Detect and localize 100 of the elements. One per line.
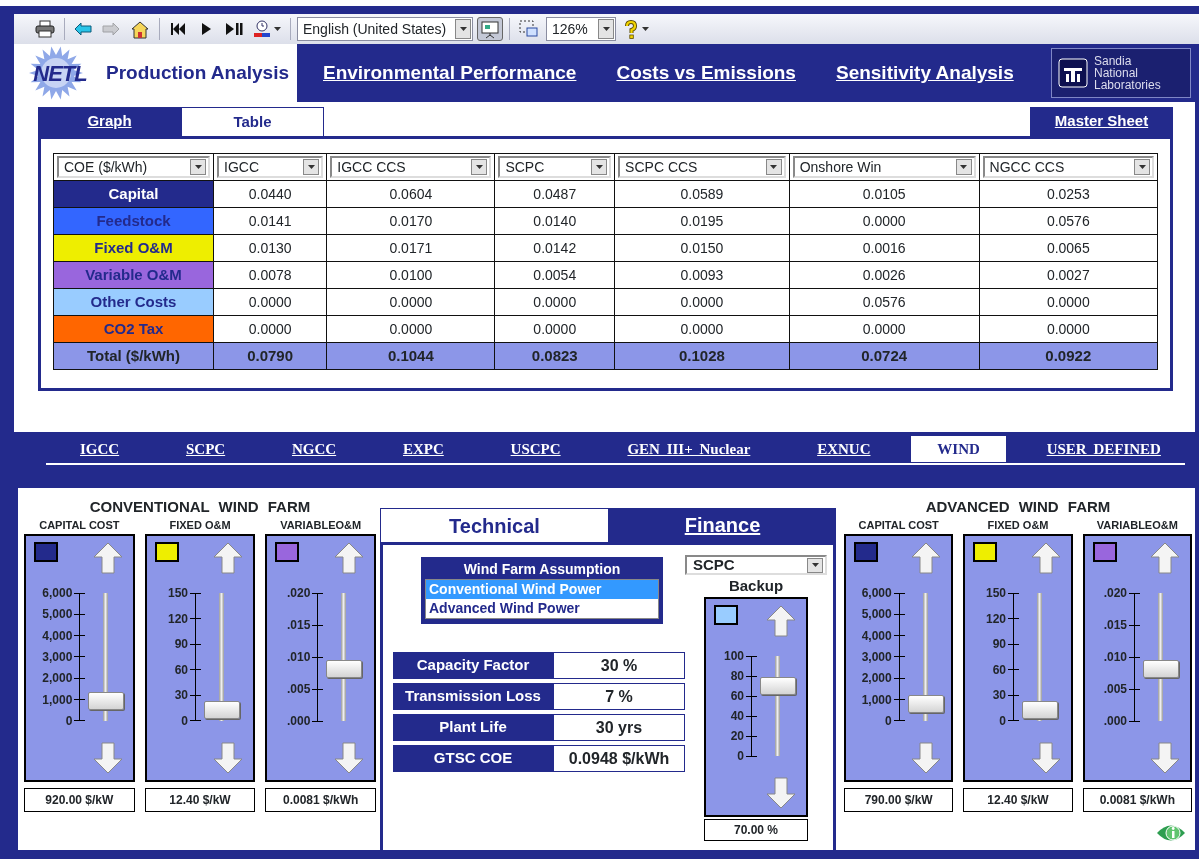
tab[interactable]: Finance [609, 508, 836, 542]
caret-icon[interactable] [770, 165, 778, 169]
column-select[interactable]: SCPC [498, 156, 612, 178]
down-arrow-button[interactable] [92, 742, 123, 774]
table-cell: 0.0195 [614, 207, 790, 235]
slider-thumb[interactable] [760, 677, 796, 695]
caret-icon[interactable] [602, 27, 610, 31]
down-arrow-button[interactable] [213, 742, 244, 774]
tab[interactable]: Technical [380, 508, 609, 542]
metric-select[interactable]: COE ($/kWh) [57, 156, 210, 178]
row-label: Capital [53, 180, 214, 208]
tick-label: 30 [174, 688, 188, 703]
caret-icon[interactable] [459, 27, 467, 31]
value-field: 12.40 $/kW [144, 788, 256, 812]
caret-icon[interactable] [475, 165, 483, 169]
slider-label: VARIABLEO&M [279, 518, 363, 533]
nav-tab[interactable]: Costs vs Emissions [602, 44, 810, 102]
tick-label: 150 [985, 586, 1006, 600]
nav-tab[interactable]: Sensitivity Analysis [821, 44, 1028, 102]
timer-icon [253, 20, 271, 38]
down-arrow-button[interactable] [334, 742, 364, 774]
nav-tab[interactable]: Environmental Performance [309, 44, 591, 102]
table-cell: 0.0000 [789, 207, 980, 235]
up-arrow-button[interactable] [92, 542, 123, 574]
technology-tab[interactable]: USER DEFINED [1020, 436, 1187, 462]
value-field: 0.0081 $/kWh [1082, 788, 1192, 812]
column-select[interactable]: IGCC CCS [330, 156, 492, 178]
down-arrow-button[interactable] [911, 742, 942, 774]
slider-thumb[interactable] [1022, 701, 1058, 720]
caret-icon[interactable] [274, 27, 281, 31]
right-arrow-icon [102, 22, 120, 36]
nav-tab[interactable]: Production Analysis [106, 44, 297, 102]
technology-tab[interactable]: EXNUC [791, 436, 897, 462]
technology-tab[interactable]: GEN III+ Nuclear [601, 436, 777, 462]
table-cell: 0.0000 [326, 288, 495, 316]
down-arrow-button[interactable] [766, 777, 796, 809]
caret-icon[interactable] [595, 165, 603, 169]
parameter-field[interactable]: 0.0948 $/kWh [553, 745, 685, 772]
parameter-label: Transmission Loss [393, 683, 553, 710]
caret-icon[interactable] [642, 27, 649, 31]
listbox-title: Wind Farm Assumption [462, 560, 622, 579]
up-arrow-button[interactable] [766, 605, 796, 637]
caret-icon[interactable] [194, 165, 202, 169]
slider-thumb[interactable] [326, 660, 363, 679]
list-option[interactable]: Advanced Wind Power [426, 599, 658, 618]
technology-tab[interactable]: SCPC [160, 436, 252, 462]
parameter-label: Plant Life [393, 714, 553, 741]
backup-select[interactable]: SCPC [685, 555, 827, 575]
table-cell: 0.0100 [326, 261, 495, 289]
caret-icon[interactable] [811, 563, 819, 567]
caret-icon[interactable] [960, 165, 968, 169]
technology-tab[interactable]: IGCC [54, 436, 146, 462]
down-arrow-button[interactable] [1150, 742, 1180, 774]
table-cell: 0.0000 [213, 315, 327, 343]
table-cell: 0.0000 [494, 315, 615, 343]
screen-icon [480, 19, 500, 39]
parameter-field[interactable]: 7 % [553, 683, 685, 710]
up-arrow-button[interactable] [911, 542, 942, 574]
parameter-field[interactable]: 30 % [553, 652, 685, 679]
master-sheet-link[interactable]: Master Sheet [1030, 107, 1173, 136]
column-select[interactable]: NGCC CCS [982, 156, 1154, 178]
total-cell: 0.0823 [494, 342, 615, 370]
column-select[interactable]: Onshore Win [792, 156, 976, 178]
tick-label: 5,000 [42, 607, 73, 622]
caret-icon[interactable] [307, 165, 315, 169]
partner-logo: Sandia National Laboratories [1051, 48, 1191, 98]
slider-thumb[interactable] [204, 701, 240, 720]
column-select[interactable]: SCPC CCS [618, 156, 786, 178]
parameter-field[interactable]: 30 yrs [553, 714, 685, 741]
technology-tab[interactable]: EXPC [376, 436, 470, 462]
tick-label: 6,000 [42, 586, 73, 600]
table-cell: 0.0487 [494, 180, 615, 208]
print-button[interactable] [32, 17, 58, 41]
down-arrow-button[interactable] [1030, 742, 1061, 774]
table-cell: 0.0054 [494, 261, 615, 289]
technology-tab[interactable]: USCPC [484, 436, 587, 462]
view-tab[interactable]: Graph [38, 107, 181, 136]
table-cell: 0.0026 [789, 261, 980, 289]
tick-label: 5,000 [861, 607, 892, 622]
column-select[interactable]: IGCC [217, 156, 324, 178]
zoom-select[interactable]: 126% [546, 17, 616, 41]
slider-thumb[interactable] [88, 692, 125, 711]
up-arrow-button[interactable] [1030, 542, 1061, 574]
up-arrow-button[interactable] [213, 542, 244, 574]
table-cell: 0.0150 [614, 234, 790, 262]
technology-tab[interactable]: WIND [911, 436, 1006, 462]
slider-label: FIXED O&M [168, 518, 232, 533]
slider-thumb[interactable] [1143, 660, 1179, 679]
tick-label: .010 [1103, 650, 1127, 664]
technology-tab[interactable]: NGCC [265, 436, 363, 462]
table-cell: 0.0016 [789, 234, 980, 262]
value-field: 70.00 % [704, 819, 808, 841]
caret-icon[interactable] [1138, 165, 1146, 169]
view-tab[interactable]: Table [181, 107, 324, 136]
slider-thumb[interactable] [907, 695, 944, 714]
up-arrow-button[interactable] [334, 542, 364, 574]
presentation-button[interactable] [477, 17, 503, 41]
language-select[interactable]: English (United States) [297, 17, 473, 41]
up-arrow-button[interactable] [1150, 542, 1180, 574]
info-icon[interactable] [1156, 822, 1186, 844]
